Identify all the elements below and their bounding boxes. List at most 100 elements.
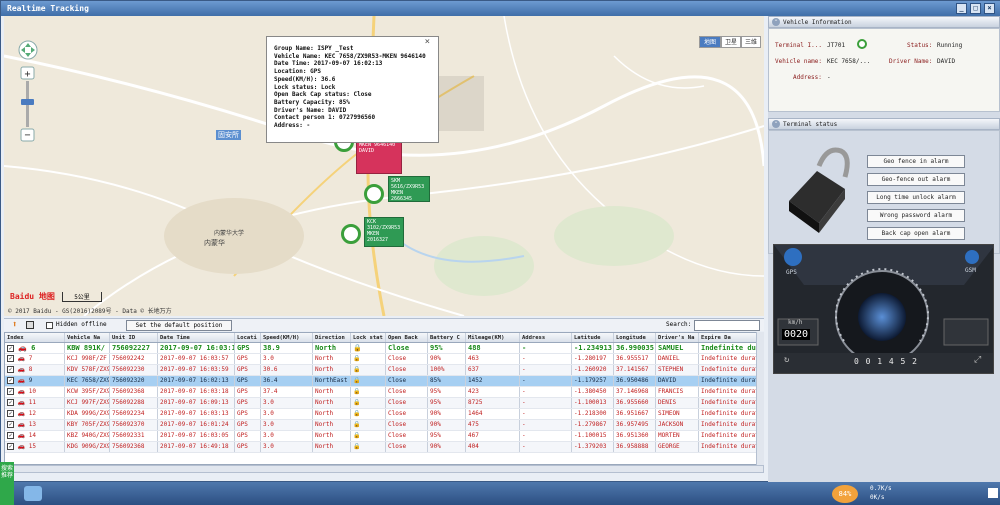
map-zoom-control[interactable]: + −	[18, 37, 42, 151]
cell-expire: Indefinite duration	[699, 398, 761, 408]
set-default-position-button[interactable]: Set the default position	[126, 320, 232, 331]
map-type-3d[interactable]: 三维	[741, 36, 761, 48]
col-address[interactable]: Address	[520, 333, 572, 342]
table-row[interactable]: ✓ 🚗 10 KCW 395F/ZX9 756092368 2017-09-07 16…	[5, 387, 763, 398]
table-vscrollbar[interactable]	[756, 332, 764, 465]
table-row[interactable]: ✓ 🚗 14 KBZ 940G/ZX9 756092331 2017-09-07 16…	[5, 431, 763, 442]
collapse-icon[interactable]: ⌃	[772, 18, 780, 26]
table-row[interactable]: ✓ 🚗 15 KDG 909G/ZX9 756092368 2017-09-07 16…	[5, 442, 763, 453]
tray-icon[interactable]	[988, 488, 998, 498]
lock-icon: 🔒	[353, 366, 361, 373]
table-row[interactable]: ✓ 🚗 6 KBW 891K/756092227 2017-09-07 16:03:…	[5, 343, 763, 354]
col-mileage[interactable]: Mileage(KM)	[466, 333, 520, 342]
col-latitude[interactable]: Latitude	[572, 333, 614, 342]
map-scale: 5公里	[62, 292, 102, 302]
back-cap-open-alarm[interactable]: Back cap open alarm	[867, 227, 965, 240]
row-checkbox[interactable]: ✓	[7, 421, 14, 428]
row-checkbox[interactable]: ✓	[7, 432, 14, 439]
row-checkbox[interactable]: ✓	[7, 366, 14, 373]
table-hscrollbar[interactable]	[4, 465, 764, 473]
col-longitude[interactable]: Longitude	[614, 333, 656, 342]
vehicle-info-header[interactable]: ⌃ Vehicle Information	[768, 16, 1000, 28]
vehicle-dashboard: GPS GSM km/h 0020 0 0 1 4 5 2 ↻ ⤢	[773, 244, 994, 374]
row-index-cell[interactable]: ✓ 🚗 9	[5, 376, 65, 386]
geo-fence-in-alarm[interactable]: Geo fence in alarm	[867, 155, 965, 168]
hidden-offline-checkbox[interactable]	[46, 322, 53, 329]
col-speed[interactable]: Speed(KM/H)	[261, 333, 313, 342]
terminal-status-header[interactable]: ⌃ Terminal status	[768, 118, 1000, 130]
table-row[interactable]: ✓ 🚗 9 KEC 7658/ZX9 756092320 2017-09-07 16:…	[5, 376, 763, 387]
cell-bat: 95%	[428, 343, 466, 353]
refresh-icon[interactable]: ↻	[784, 355, 789, 365]
cell-lat: -1.100013	[572, 398, 614, 408]
cell-lng: 36.990035	[614, 343, 656, 353]
row-index-cell[interactable]: ✓ 🚗 7	[5, 354, 65, 364]
cell-unit: 756092370	[110, 420, 158, 430]
col-date-time[interactable]: Date Time	[158, 333, 235, 342]
battery-indicator[interactable]: 84%	[832, 485, 858, 503]
row-checkbox[interactable]: ✓	[7, 377, 14, 384]
stop-icon[interactable]	[26, 321, 34, 329]
col-expire[interactable]: Expire Da	[699, 333, 761, 342]
row-index-cell[interactable]: ✓ 🚗 11	[5, 398, 65, 408]
row-index-cell[interactable]: ✓ 🚗 6	[5, 343, 65, 353]
row-checkbox[interactable]: ✓	[7, 388, 14, 395]
table-row[interactable]: ✓ 🚗 11 KCJ 997F/ZX9 756092288 2017-09-07 16…	[5, 398, 763, 409]
row-index-cell[interactable]: ✓ 🚗 15	[5, 442, 65, 452]
col-index[interactable]: Index	[5, 333, 65, 342]
col-battery[interactable]: Battery C	[428, 333, 466, 342]
col-direction[interactable]: Direction	[313, 333, 351, 342]
maximize-button[interactable]: □	[970, 3, 981, 14]
cell-time: 2017-09-07 16:49:18	[158, 442, 235, 452]
expand-icon[interactable]: ⤢	[974, 355, 981, 365]
cell-driver: DENIS	[656, 398, 699, 408]
row-index-cell[interactable]: ✓ 🚗 13	[5, 420, 65, 430]
minimize-button[interactable]: _	[956, 3, 967, 14]
vehicle-name-label: Vehicle name:	[775, 58, 822, 65]
long-unlock-alarm[interactable]: Long time unlock alarm	[867, 191, 965, 204]
map-view[interactable]: + − 地图 卫星 三维 固安所 内蒙华 内蒙华大学 KEC 7658/ZX9R…	[4, 16, 764, 316]
cell-lng: 36.958888	[614, 442, 656, 452]
row-checkbox[interactable]: ✓	[7, 443, 14, 450]
map-type-map[interactable]: 地图	[699, 36, 721, 48]
table-row[interactable]: ✓ 🚗 12 KDA 999G/ZX9 756092234 2017-09-07 16…	[5, 409, 763, 420]
row-checkbox[interactable]: ✓	[7, 345, 14, 352]
popup-close-icon[interactable]: ×	[425, 38, 430, 47]
col-back-cap[interactable]: Open Back	[386, 333, 428, 342]
car-icon: 🚗	[17, 443, 26, 450]
car-icon: 🚗	[17, 399, 26, 406]
row-index-cell[interactable]: ✓ 🚗 12	[5, 409, 65, 419]
col-unit-id[interactable]: Unit ID	[110, 333, 158, 342]
search-recommend-tab[interactable]: 搜索推荐	[0, 462, 14, 505]
row-checkbox[interactable]: ✓	[7, 355, 14, 362]
geo-fence-out-alarm[interactable]: Geo-fence out alarm	[867, 173, 965, 186]
taskbar-app-icon[interactable]	[24, 486, 42, 501]
table-row[interactable]: ✓ 🚗 8 KDV 578F/ZX9 756092230 2017-09-07 16:…	[5, 365, 763, 376]
search-input[interactable]	[694, 320, 760, 331]
col-lock[interactable]: Lock stat	[351, 333, 386, 342]
cell-addr: -	[520, 442, 572, 452]
cell-speed: 36.4	[261, 376, 313, 386]
row-index-cell[interactable]: ✓ 🚗 8	[5, 365, 65, 375]
col-driver[interactable]: Driver's Na	[656, 333, 699, 342]
terminal-value: JT701	[827, 42, 846, 49]
row-checkbox[interactable]: ✓	[7, 399, 14, 406]
row-checkbox[interactable]: ✓	[7, 410, 14, 417]
cell-lat: -1.279867	[572, 420, 614, 430]
row-index-cell[interactable]: ✓ 🚗 14	[5, 431, 65, 441]
row-index-cell[interactable]: ✓ 🚗 10	[5, 387, 65, 397]
col-vehicle[interactable]: Vehicle Na	[65, 333, 110, 342]
cell-speed: 3.0	[261, 398, 313, 408]
table-row[interactable]: ✓ 🚗 7 KCJ 998F/ZF 756092242 2017-09-07 16:0…	[5, 354, 763, 365]
up-arrow-icon[interactable]: ⬆	[12, 319, 17, 331]
cell-driver: DANIEL	[656, 354, 699, 364]
map-type-satellite[interactable]: 卫星	[721, 36, 741, 48]
vehicle-marker-kck[interactable]	[341, 224, 361, 244]
cell-lng: 36.957495	[614, 420, 656, 430]
table-row[interactable]: ✓ 🚗 13 KBY 705F/ZX9 756092370 2017-09-07 16…	[5, 420, 763, 431]
close-button[interactable]: ×	[984, 3, 995, 14]
vehicle-marker-skm[interactable]	[364, 184, 384, 204]
collapse-icon[interactable]: ⌃	[772, 120, 780, 128]
wrong-password-alarm[interactable]: Wrong password alarm	[867, 209, 965, 222]
col-location[interactable]: Locati	[235, 333, 261, 342]
